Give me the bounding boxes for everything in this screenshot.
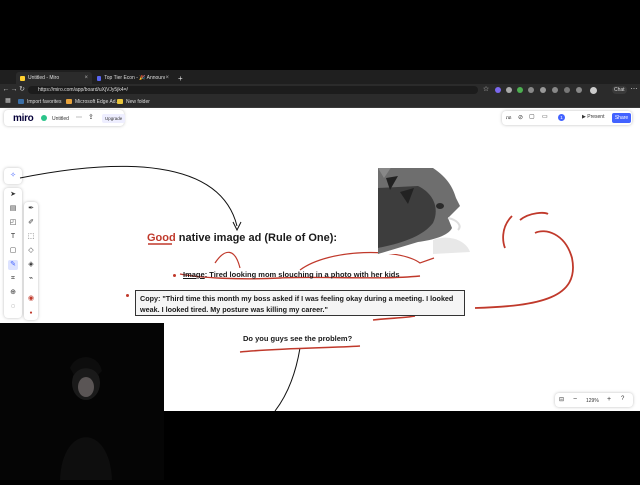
discord-favicon-icon: [97, 75, 102, 81]
extension-icon[interactable]: [517, 87, 523, 93]
browser-address-bar: ← → ↻ https://miro.com/app/board/uXjVJy5…: [0, 84, 640, 96]
copy-text-box[interactable]: Copy: "Third time this month my boss ask…: [135, 290, 465, 316]
star-icon[interactable]: ☆: [482, 86, 490, 94]
extension-icon[interactable]: [576, 87, 582, 93]
bullet-copy: [126, 294, 129, 297]
new-tab-button[interactable]: +: [174, 72, 184, 84]
profile-button[interactable]: Chat: [612, 86, 627, 94]
image-description[interactable]: Image: Tired looking mom slouching in a …: [183, 270, 400, 279]
red-arrow-head-top: [519, 212, 549, 221]
close-tab-icon[interactable]: ×: [84, 75, 88, 81]
help-icon[interactable]: ?: [621, 396, 624, 402]
extension-icon[interactable]: [506, 87, 512, 93]
tab-miro[interactable]: Untitled - Miro ×: [16, 72, 92, 84]
extension-icon[interactable]: [540, 87, 546, 93]
red-loop-2: [299, 251, 435, 271]
black-arrow-line: [19, 165, 238, 227]
back-icon[interactable]: ←: [2, 86, 10, 94]
webcam-person-image: [0, 323, 164, 480]
reload-icon[interactable]: ↻: [18, 86, 26, 94]
zoom-out-button[interactable]: −: [573, 396, 577, 403]
minimap-icon[interactable]: ⊟: [559, 396, 564, 403]
bullet-image: [173, 274, 176, 277]
tab-top-tier-econ[interactable]: Top Tier Econ - 🎉 Announceme ×: [93, 72, 173, 84]
browser-tab-bar: Untitled - Miro × Top Tier Econ - 🎉 Anno…: [0, 70, 640, 84]
zoom-controls: ⊟ − 129% + ?: [555, 393, 633, 407]
extension-icon[interactable]: [552, 87, 558, 93]
bookmarks-bar: ▦ Import favorites Microsoft Edge Ad... …: [0, 96, 640, 108]
bookmark-import-favorites[interactable]: Import favorites: [18, 97, 61, 106]
cat-image[interactable]: [378, 168, 499, 254]
forward-icon[interactable]: →: [10, 86, 18, 94]
more-icon[interactable]: ⋯: [630, 86, 638, 94]
profile-avatar[interactable]: [590, 87, 597, 94]
black-curve-line: [274, 347, 301, 411]
extension-icon[interactable]: [495, 87, 501, 93]
extension-icon[interactable]: [528, 87, 534, 93]
extension-icon[interactable]: [564, 87, 570, 93]
black-background: [164, 411, 640, 480]
question-text[interactable]: Do you guys see the problem?: [243, 334, 352, 343]
zoom-in-button[interactable]: +: [607, 396, 611, 403]
close-tab-icon[interactable]: ×: [165, 75, 169, 81]
bookmarks-apps-icon[interactable]: ▦: [4, 97, 12, 105]
folder-icon: [117, 99, 123, 104]
red-loop-1: [214, 251, 241, 269]
import-icon: [18, 99, 24, 104]
red-arrow-head-left: [502, 215, 513, 249]
bookmark-edge-addons[interactable]: Microsoft Edge Ad...: [66, 97, 120, 106]
red-underline-career: [372, 315, 416, 321]
webcam-overlay: [0, 323, 164, 480]
folder-icon: [66, 99, 72, 104]
bookmark-new-folder[interactable]: New folder: [117, 97, 150, 106]
red-underline-question: [239, 345, 361, 353]
zoom-level[interactable]: 129%: [586, 398, 599, 404]
ad-heading[interactable]: Good native image ad (Rule of One):: [147, 232, 337, 244]
url-input[interactable]: https://miro.com/app/board/uXjVJy5jk4=/: [28, 86, 478, 94]
miro-favicon-icon: [20, 75, 25, 81]
